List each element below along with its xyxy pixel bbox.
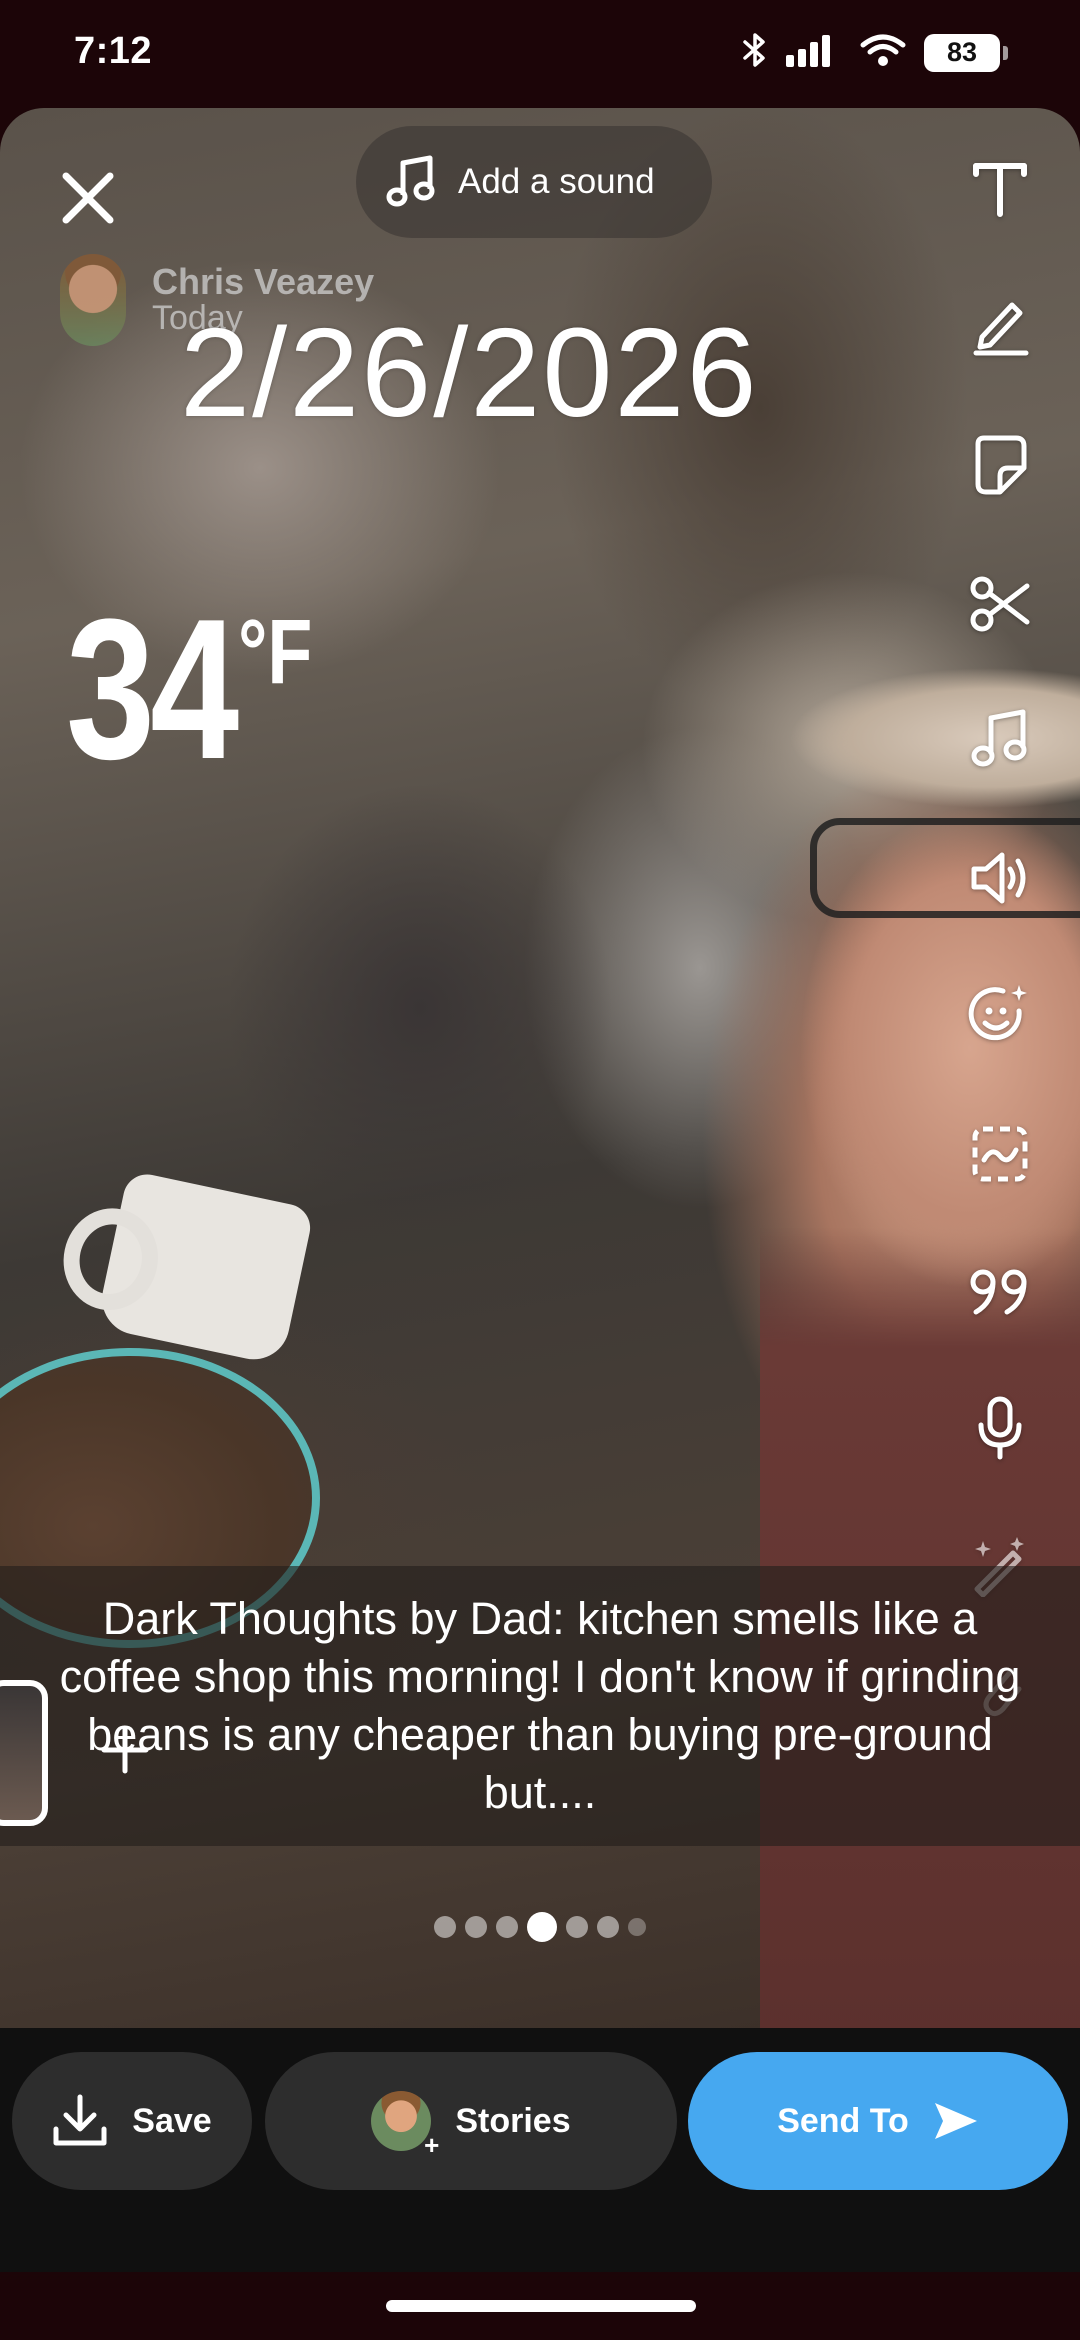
date-sticker[interactable]: 2/26/2026 xyxy=(180,300,759,445)
voice-changer-icon xyxy=(971,852,1026,904)
microphone-button[interactable] xyxy=(960,1388,1040,1468)
page-dot xyxy=(628,1918,646,1936)
music-tool-icon xyxy=(971,709,1027,767)
page-dot-active xyxy=(527,1912,557,1942)
send-to-label: Send To xyxy=(777,2101,909,2140)
page-dot xyxy=(434,1916,456,1938)
battery-icon: 83 xyxy=(924,33,1008,72)
add-sound-label: Add a sound xyxy=(458,162,655,201)
lens-face-icon xyxy=(968,985,1027,1041)
send-to-button[interactable]: Send To xyxy=(688,2052,1068,2190)
story-thumbnail[interactable] xyxy=(0,1680,48,1826)
add-snap-button[interactable] xyxy=(100,1718,150,1786)
close-button[interactable] xyxy=(50,160,126,236)
music-note-icon xyxy=(386,155,435,207)
bluetooth-icon xyxy=(742,32,768,73)
text-tool-icon xyxy=(973,163,1027,217)
temperature-value: 34 xyxy=(66,578,239,801)
avatar xyxy=(60,254,126,346)
voice-changer-button[interactable] xyxy=(960,838,1040,918)
pencil-tool-button[interactable] xyxy=(960,284,1040,364)
microphone-icon xyxy=(978,1396,1022,1460)
page-dot xyxy=(566,1916,588,1938)
crop-scan-button[interactable] xyxy=(960,1114,1040,1194)
caption-overlay[interactable]: Dark Thoughts by Dad: kitchen smells lik… xyxy=(0,1566,1080,1846)
save-label: Save xyxy=(132,2101,212,2140)
download-icon xyxy=(53,2094,107,2146)
music-tool-button[interactable] xyxy=(960,698,1040,778)
quote-tool-icon xyxy=(970,1269,1027,1315)
status-time: 7:12 xyxy=(74,30,153,72)
add-story-avatar-icon xyxy=(371,2091,439,2161)
text-tool-button[interactable] xyxy=(960,148,1040,228)
home-indicator[interactable] xyxy=(386,2300,696,2312)
wifi-icon xyxy=(860,33,906,72)
temperature-sticker[interactable]: 34 °F xyxy=(66,590,331,790)
plus-icon xyxy=(101,1726,149,1774)
send-arrow-icon xyxy=(934,2103,977,2139)
lens-face-button[interactable] xyxy=(960,974,1040,1054)
coffee-mug-image xyxy=(95,1169,315,1367)
page-indicator xyxy=(434,1912,646,1942)
page-dot xyxy=(496,1916,518,1938)
sticker-tool-button[interactable] xyxy=(960,426,1040,506)
stories-label: Stories xyxy=(455,2101,571,2140)
close-icon xyxy=(62,172,114,224)
cellular-signal-icon xyxy=(786,33,842,72)
page-dot xyxy=(465,1916,487,1938)
status-icons: 83 xyxy=(742,32,1008,73)
add-sound-button[interactable]: Add a sound xyxy=(356,126,712,238)
status-bar: 7:12 83 xyxy=(0,0,1080,108)
stories-button[interactable]: Stories xyxy=(265,2052,677,2190)
page-dot xyxy=(597,1916,619,1938)
crop-scan-icon xyxy=(972,1126,1028,1182)
sticker-tool-icon xyxy=(975,435,1027,495)
quote-tool-button[interactable] xyxy=(960,1252,1040,1332)
scissors-tool-icon xyxy=(970,576,1030,632)
save-button[interactable]: Save xyxy=(12,2052,252,2190)
temperature-unit: °F xyxy=(238,601,313,703)
pencil-tool-icon xyxy=(973,302,1029,356)
caption-text: Dark Thoughts by Dad: kitchen smells lik… xyxy=(59,1593,1021,1818)
user-name: Chris Veazey xyxy=(152,261,375,303)
scissors-tool-button[interactable] xyxy=(960,564,1040,644)
